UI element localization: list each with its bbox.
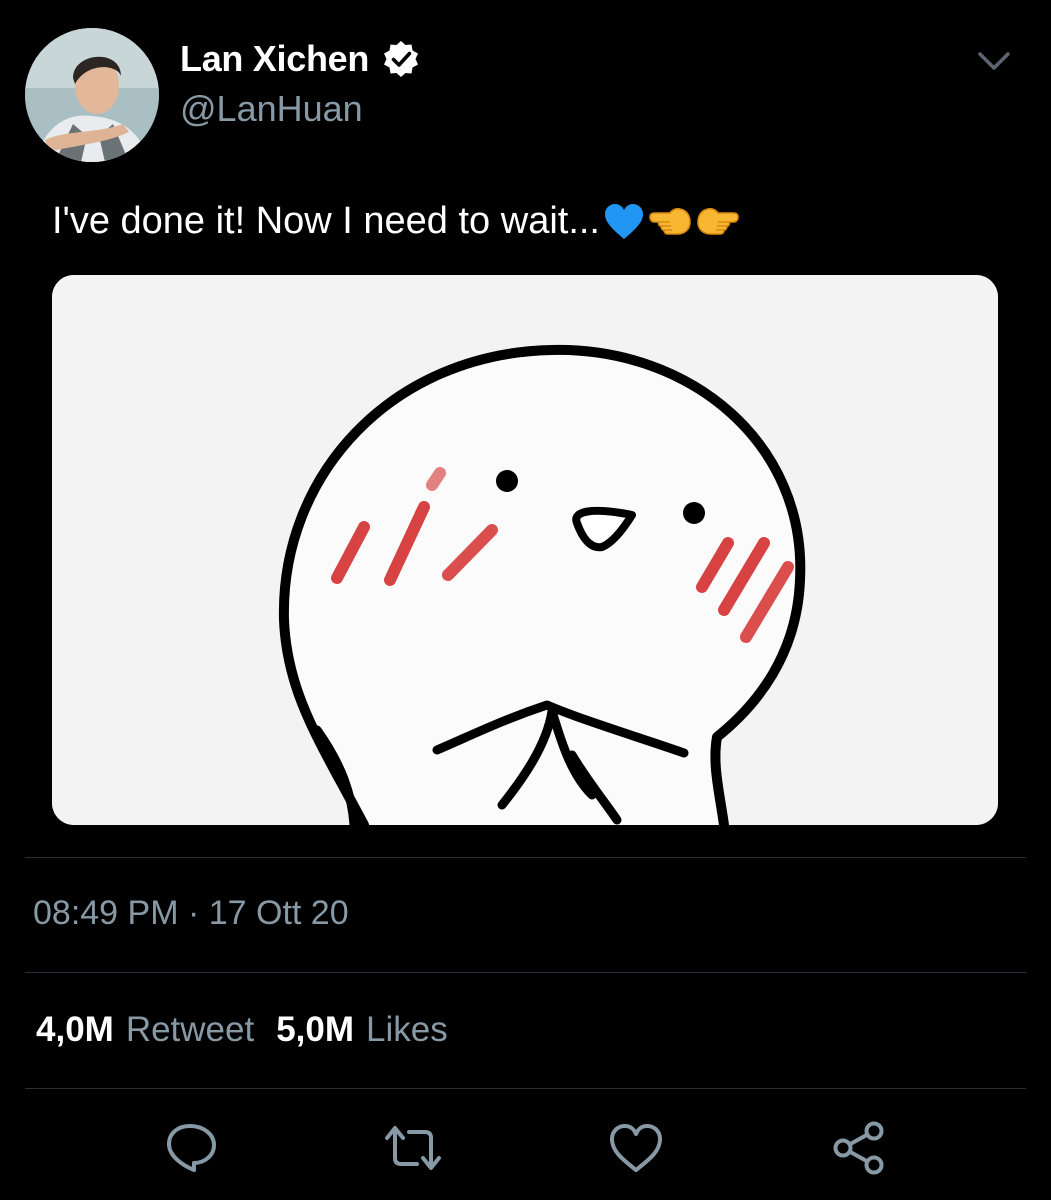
- tweet-media-image[interactable]: [52, 275, 998, 825]
- pointing-left-hand-icon: [649, 207, 691, 235]
- retweets-stat[interactable]: 4,0M Retweet: [36, 1010, 254, 1050]
- likes-count: 5,0M: [276, 1010, 355, 1049]
- retweets-label: Retweet: [125, 1010, 255, 1049]
- verified-badge-icon: [384, 41, 419, 77]
- avatar[interactable]: [25, 28, 159, 162]
- username-handle[interactable]: @LanHuan: [180, 88, 363, 130]
- tweet-detail: Lan Xichen @LanHuan I've done it! Now I …: [0, 0, 1051, 1200]
- retweet-button[interactable]: [383, 1118, 443, 1178]
- tweet-text: I've done it! Now I need to wait...: [52, 200, 742, 243]
- likes-label: Likes: [366, 1010, 448, 1049]
- like-icon: [610, 1124, 662, 1172]
- likes-stat[interactable]: 5,0M Likes: [276, 1010, 448, 1050]
- divider: [25, 857, 1026, 858]
- share-button[interactable]: [829, 1118, 889, 1178]
- divider: [25, 972, 1026, 973]
- pointing-right-hand-icon: [697, 207, 739, 235]
- avatar-photo: [25, 28, 159, 162]
- author-name-row[interactable]: Lan Xichen: [180, 36, 421, 82]
- tweet-body: I've done it! Now I need to wait...: [52, 200, 600, 242]
- emoji-group: [602, 201, 742, 243]
- reply-icon: [167, 1124, 216, 1172]
- retweets-count: 4,0M: [36, 1010, 114, 1049]
- divider: [25, 1088, 1026, 1089]
- tweet-stats: 4,0M Retweet 5,0M Likes: [36, 1010, 448, 1050]
- tweet-timestamp[interactable]: 08:49 PM · 17 Ott 20: [33, 894, 349, 933]
- display-name[interactable]: Lan Xichen: [180, 38, 369, 80]
- retweet-icon: [385, 1126, 441, 1170]
- chevron-down-icon[interactable]: [972, 44, 1016, 76]
- reply-button[interactable]: [162, 1118, 222, 1178]
- cartoon-blushing-face: [52, 275, 998, 825]
- like-button[interactable]: [606, 1118, 666, 1178]
- share-icon: [833, 1121, 884, 1175]
- blue-heart-icon: [605, 203, 643, 239]
